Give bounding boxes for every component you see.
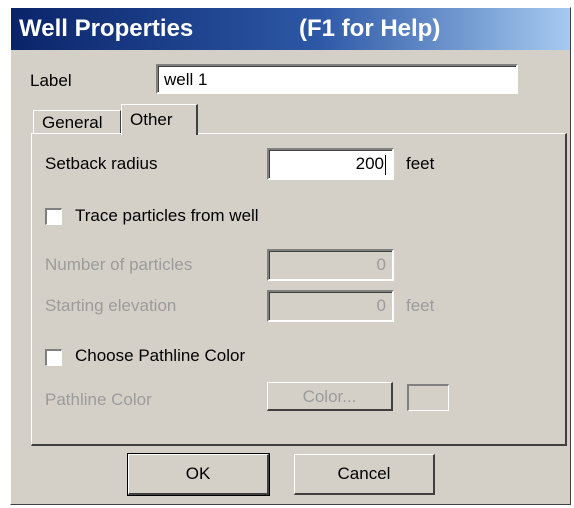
pathline-color-swatch <box>407 384 449 411</box>
setback-radius-label: Setback radius <box>45 154 158 173</box>
tab-general[interactable]: General <box>33 110 121 133</box>
trace-particles-checkbox[interactable] <box>45 208 62 225</box>
number-of-particles-label: Number of particles <box>45 255 193 274</box>
pathline-color-label: Pathline Color <box>45 390 152 409</box>
color-button[interactable]: Color... <box>267 382 393 411</box>
label-caption: Label <box>30 71 72 90</box>
text-caret <box>385 154 386 175</box>
starting-elevation-label: Starting elevation <box>45 296 177 315</box>
help-hint: (F1 for Help) <box>299 15 441 42</box>
setback-radius-value: 200 <box>355 154 384 173</box>
ok-button[interactable]: OK <box>127 453 270 496</box>
other-tab-panel: Setback radius 200 feet Trace particles … <box>31 133 567 446</box>
label-input[interactable]: well 1 <box>156 64 518 94</box>
well-properties-dialog: Well Properties (F1 for Help) Label well… <box>10 7 571 505</box>
dialog-title: Well Properties <box>19 15 194 42</box>
tab-general-label: General <box>42 113 103 132</box>
choose-pathline-color-checkbox[interactable] <box>45 349 62 366</box>
tab-other-label: Other <box>130 110 173 129</box>
tab-other[interactable]: Other <box>121 104 198 135</box>
setback-radius-input[interactable]: 200 <box>267 148 394 180</box>
cancel-button[interactable]: Cancel <box>294 454 435 495</box>
setback-radius-unit: feet <box>406 154 435 173</box>
title-bar[interactable]: Well Properties (F1 for Help) <box>11 8 570 50</box>
trace-particles-label[interactable]: Trace particles from well <box>75 206 259 226</box>
choose-pathline-color-label[interactable]: Choose Pathline Color <box>75 346 245 366</box>
starting-elevation-unit: feet <box>406 296 435 315</box>
starting-elevation-input[interactable]: 0 <box>267 290 394 322</box>
number-of-particles-input[interactable]: 0 <box>267 249 394 281</box>
